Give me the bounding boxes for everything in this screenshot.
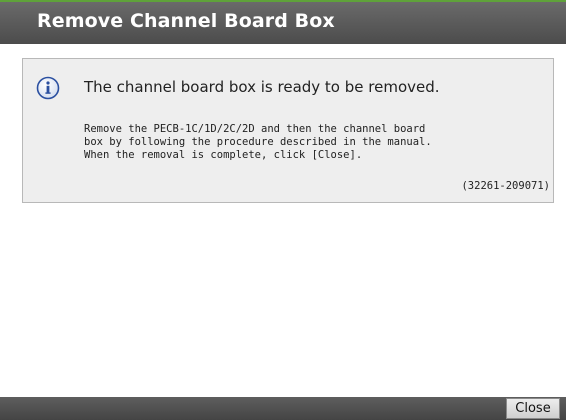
dialog-title: Remove Channel Board Box [37,10,335,32]
message-headline: The channel board box is ready to be rem… [84,78,440,96]
detail-line: box by following the procedure described… [84,136,432,148]
info-icon [36,76,60,100]
title-bar: Remove Channel Board Box [0,0,566,44]
close-button[interactable]: Close [506,398,560,419]
message-panel: The channel board box is ready to be rem… [22,58,554,203]
message-detail: Remove the PECB-1C/1D/2C/2D and then the… [84,123,432,162]
detail-line: When the removal is complete, click [Clo… [84,149,363,161]
dialog-window: Remove Channel Board Box The channel boa… [0,0,566,420]
message-code: (32261-209071) [461,180,550,192]
detail-line: Remove the PECB-1C/1D/2C/2D and then the… [84,123,426,135]
footer-bar: Close [0,397,566,420]
